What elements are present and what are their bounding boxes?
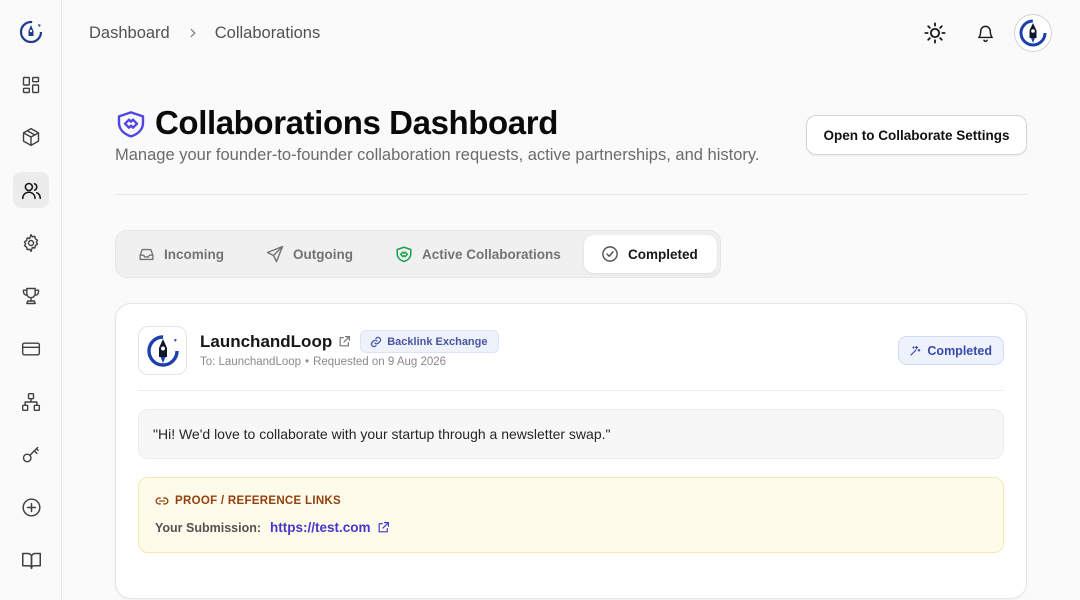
sidebar-item-billing[interactable] [13, 331, 49, 367]
breadcrumb: Dashboard Collaborations [89, 22, 320, 44]
proof-links-heading: PROOF / REFERENCE LINKS [175, 495, 341, 507]
tab-completed[interactable]: Completed [584, 235, 717, 273]
theme-toggle-button[interactable] [916, 14, 954, 52]
recipient-text: To: LaunchandLoop [200, 356, 302, 368]
submission-row: Your Submission: https://test.com [155, 520, 390, 535]
status-badge: Completed [898, 336, 1004, 365]
proof-links-section: PROOF / REFERENCE LINKS Your Submission:… [138, 477, 1004, 553]
header-divider [115, 194, 1027, 195]
inbox-icon [138, 246, 155, 263]
tab-completed-label: Completed [628, 246, 698, 262]
sidebar-item-collaborations[interactable] [13, 172, 49, 208]
notifications-button[interactable] [966, 14, 1004, 52]
plus-circle-icon [21, 497, 42, 518]
collaboration-tabs: Incoming Outgoing Active Collaborations … [115, 230, 721, 278]
tab-incoming-label: Incoming [164, 246, 224, 262]
meta-separator: • [305, 356, 310, 368]
link-icon [155, 494, 169, 508]
collaboration-message: "Hi! We'd love to collaborate with your … [138, 409, 1004, 459]
requested-date-text: Requested on 9 Aug 2026 [313, 356, 447, 368]
avatar[interactable] [1014, 14, 1052, 52]
tab-outgoing-label: Outgoing [293, 246, 353, 262]
users-icon [21, 180, 42, 201]
box-icon [21, 127, 41, 147]
link-icon [370, 336, 382, 348]
send-icon [266, 245, 284, 263]
page-header: Collaborations Dashboard [115, 104, 558, 142]
sidebar-item-api-keys[interactable] [13, 437, 49, 473]
card-header: LaunchandLoop Backlink Exchange [200, 330, 499, 353]
sidebar-item-docs[interactable] [13, 542, 49, 578]
app-logo-icon[interactable] [18, 19, 44, 45]
page-subtitle: Manage your founder-to-founder collabora… [115, 146, 760, 164]
check-circle-icon [601, 245, 619, 263]
sidebar-item-products[interactable] [13, 119, 49, 155]
tab-active-collaborations-label: Active Collaborations [422, 246, 561, 262]
page-title: Collaborations Dashboard [155, 104, 558, 141]
breadcrumb-collaborations: Collaborations [214, 23, 321, 42]
sparkle-icon [909, 345, 921, 357]
credit-card-icon [21, 339, 41, 359]
handshake-icon [395, 245, 413, 263]
chevron-right-icon [186, 26, 200, 40]
topbar-actions [916, 14, 1052, 52]
status-label: Completed [927, 343, 992, 358]
collaboration-type-label: Backlink Exchange [387, 335, 488, 348]
collaborate-settings-button[interactable]: Open to Collaborate Settings [806, 115, 1027, 155]
handshake-icon [115, 107, 147, 139]
sidebar-item-dashboard[interactable] [13, 67, 49, 103]
proof-links-heading-row: PROOF / REFERENCE LINKS [155, 494, 341, 508]
tab-active-collaborations[interactable]: Active Collaborations [395, 235, 561, 273]
sidebar [0, 0, 62, 600]
external-link-icon[interactable] [377, 521, 390, 534]
sidebar-item-settings[interactable] [13, 225, 49, 261]
card-divider [138, 390, 1004, 391]
gear-icon [21, 233, 41, 253]
book-icon [21, 550, 42, 571]
trophy-icon [21, 286, 41, 306]
partner-logo [138, 326, 187, 375]
sidebar-item-network[interactable] [13, 384, 49, 420]
tab-outgoing[interactable]: Outgoing [266, 235, 353, 273]
key-icon [21, 445, 41, 465]
network-icon [21, 392, 41, 412]
tab-incoming[interactable]: Incoming [138, 235, 224, 273]
collaboration-card: LaunchandLoop Backlink Exchange To: Laun… [115, 303, 1027, 599]
collaboration-type-badge: Backlink Exchange [360, 330, 499, 353]
bell-icon [976, 24, 995, 43]
external-link-icon[interactable] [338, 335, 351, 348]
partner-name: LaunchandLoop [200, 331, 333, 351]
sidebar-item-create[interactable] [13, 489, 49, 525]
breadcrumb-dashboard[interactable]: Dashboard [89, 24, 170, 43]
card-meta: To: LaunchandLoop • Requested on 9 Aug 202… [200, 356, 446, 368]
submission-label: Your Submission: [155, 520, 262, 535]
sun-icon [924, 22, 946, 44]
submission-link[interactable]: https://test.com [270, 520, 371, 535]
dashboard-grid-icon [21, 75, 41, 95]
sidebar-item-achievements[interactable] [13, 278, 49, 314]
